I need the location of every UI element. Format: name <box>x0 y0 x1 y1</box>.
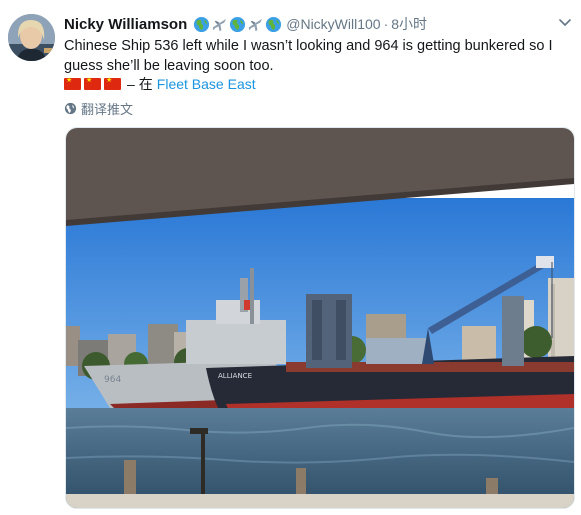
tweet-text: Chinese Ship 536 left while I wasn’t loo… <box>64 38 553 74</box>
location-prefix: 在 <box>138 76 153 92</box>
airplane-icon <box>213 18 227 31</box>
name-emojis <box>193 16 282 33</box>
harbour-photo: ALLIANCE 964 <box>66 128 574 508</box>
ship-name-label: ALLIANCE <box>218 372 252 380</box>
china-flag-icon <box>104 76 121 90</box>
tweet-timestamp[interactable]: 8小时 <box>391 14 427 34</box>
location-separator: – <box>127 76 135 92</box>
avatar[interactable] <box>8 14 55 61</box>
display-name[interactable]: Nicky Williamson <box>64 16 187 33</box>
chevron-down-icon[interactable] <box>557 14 573 30</box>
ship-number-label: 964 <box>104 375 121 385</box>
tweet-photo[interactable]: ALLIANCE 964 <box>65 127 575 509</box>
user-handle[interactable]: @NickyWill100 <box>286 16 380 32</box>
china-flag-icon <box>64 76 81 90</box>
tweet-header: Nicky Williamson @NickyWill100 · 8小时 <box>64 14 571 34</box>
separator-dot: · <box>383 16 389 32</box>
earth-globe-icon <box>230 16 246 32</box>
avatar-photo <box>8 14 55 61</box>
translate-tweet-button[interactable]: 翻译推文 <box>64 100 134 117</box>
china-flag-icon <box>84 76 101 90</box>
earth-globe-icon <box>266 16 282 32</box>
location-line: – 在 Fleet Base East <box>64 75 256 93</box>
earth-globe-icon <box>194 16 210 32</box>
airplane-icon <box>249 18 263 31</box>
globe-icon <box>64 102 77 114</box>
location-link[interactable]: Fleet Base East <box>157 76 256 92</box>
translate-label: 翻译推文 <box>81 101 134 117</box>
